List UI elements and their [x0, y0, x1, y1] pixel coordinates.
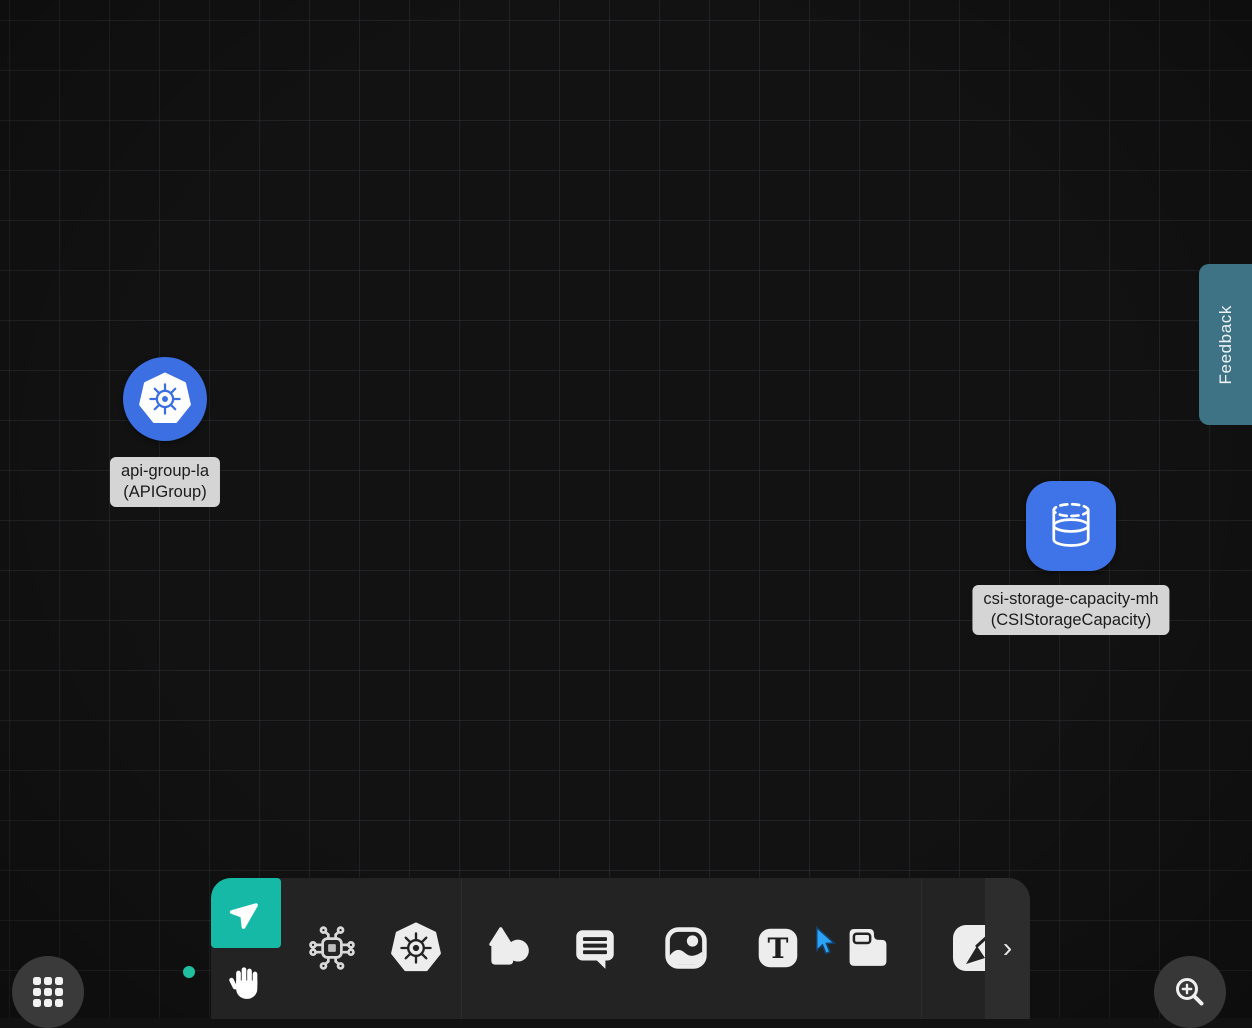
cursor-arrow-icon — [229, 896, 263, 930]
feedback-tab-label: Feedback — [1216, 305, 1236, 384]
hand-icon — [226, 963, 266, 1003]
node-label-name: api-group-la — [121, 461, 209, 482]
node-label-kind: (APIGroup) — [121, 482, 209, 503]
node-label-name: csi-storage-capacity-mh — [983, 589, 1158, 610]
shapes-icon — [483, 923, 533, 973]
node-badge[interactable] — [1026, 481, 1116, 571]
kubernetes-icon — [390, 922, 442, 974]
toolbar: T › — [211, 878, 1030, 1019]
svg-text:T: T — [768, 932, 789, 965]
comment-tool-button[interactable] — [563, 916, 627, 980]
feedback-tab[interactable]: Feedback — [1199, 264, 1252, 425]
toolbar-separator — [461, 878, 462, 1019]
apps-grid-icon — [33, 977, 63, 1007]
image-tool-button[interactable] — [654, 916, 718, 980]
storage-cylinder-icon — [1042, 497, 1100, 555]
circuit-tool-button[interactable] — [300, 916, 364, 980]
node-csi-storage-capacity[interactable] — [1026, 481, 1116, 571]
circuit-chip-icon — [307, 923, 357, 973]
kubernetes-icon — [138, 372, 192, 426]
toolbar-expand-button[interactable]: › — [985, 878, 1030, 1019]
pan-tool-button[interactable] — [211, 948, 281, 1018]
status-dot — [183, 966, 195, 978]
frame-icon — [842, 922, 894, 974]
zoom-in-icon — [1171, 973, 1209, 1011]
node-label-kind: (CSIStorageCapacity) — [983, 610, 1158, 631]
zoom-in-button[interactable] — [1154, 956, 1226, 1028]
shapes-tool-button[interactable] — [476, 916, 540, 980]
toolbar-separator — [921, 878, 922, 1019]
diagram-canvas[interactable]: api-group-la (APIGroup) csi-storage-capa… — [0, 0, 1252, 1018]
node-badge[interactable] — [123, 357, 207, 441]
select-tool-button[interactable] — [211, 878, 281, 948]
text-tool-button[interactable]: T — [746, 916, 810, 980]
kubernetes-tool-button[interactable] — [384, 916, 448, 980]
node-api-group[interactable] — [123, 357, 207, 441]
comment-bubble-icon — [570, 923, 620, 973]
node-label-csi-storage-capacity: csi-storage-capacity-mh (CSIStorageCapac… — [972, 585, 1169, 635]
image-icon — [660, 922, 712, 974]
chevron-right-icon: › — [1003, 934, 1012, 962]
apps-menu-button[interactable] — [12, 956, 84, 1028]
node-label-api-group: api-group-la (APIGroup) — [110, 457, 220, 507]
text-t-icon: T — [753, 923, 803, 973]
frame-tool-button[interactable] — [836, 916, 900, 980]
